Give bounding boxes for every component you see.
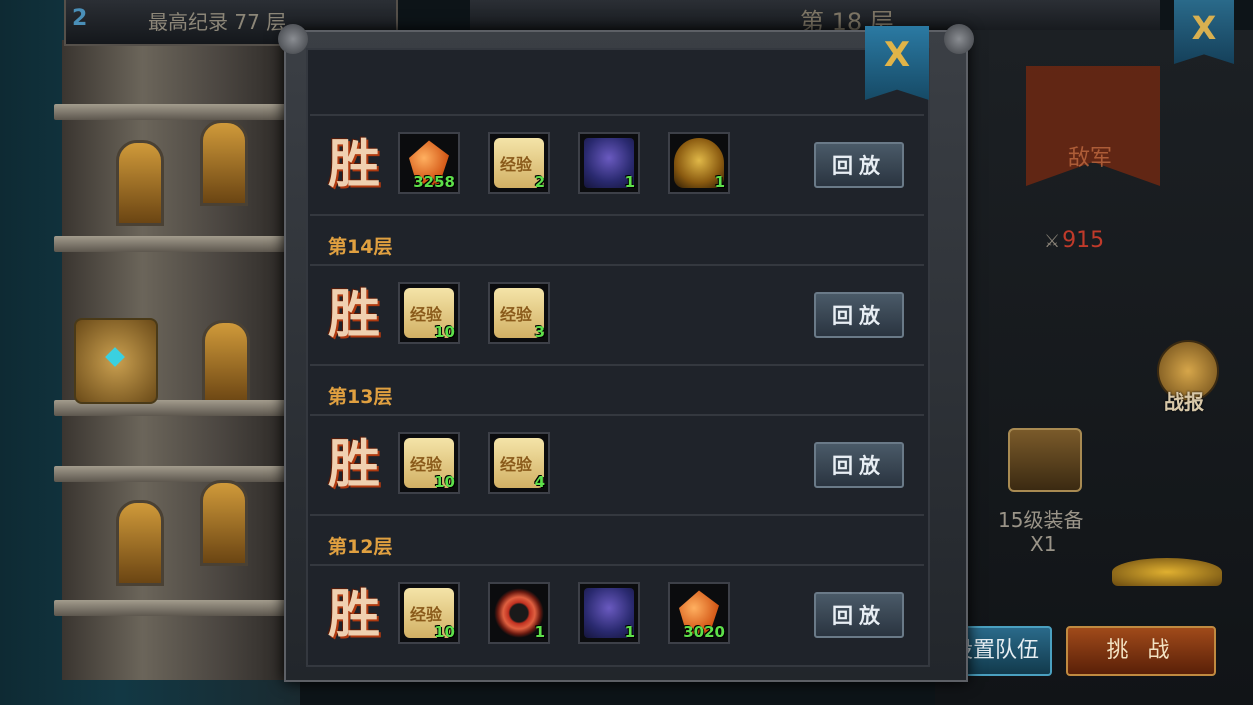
best-record-text: 最高纪录 77 层 [148, 10, 287, 34]
victory-mark: 胜 [328, 284, 381, 345]
item-quantity: 1 [714, 173, 725, 191]
reward-item[interactable]: 3258 [398, 132, 460, 194]
corner-ornament-icon [278, 24, 308, 54]
reward-item[interactable]: 经验 4 [488, 432, 550, 494]
tower-chest-icon[interactable] [74, 318, 158, 404]
close-icon[interactable]: X [1174, 0, 1234, 64]
replay-button[interactable]: 回放 [814, 442, 904, 488]
top-left-number: 2 [72, 6, 88, 31]
challenge-button[interactable]: 挑 战 [1066, 626, 1216, 676]
reward-item[interactable]: 经验 2 [488, 132, 550, 194]
reward-item[interactable]: 1 [578, 132, 640, 194]
item-quantity: 4 [534, 473, 545, 491]
victory-mark: 胜 [328, 434, 381, 495]
corner-ornament-icon [944, 24, 974, 54]
victory-mark: 胜 [328, 584, 381, 645]
divider [310, 364, 924, 366]
reward-item[interactable]: 经验 10 [398, 582, 460, 644]
reward-item[interactable]: 3020 [668, 582, 730, 644]
divider [310, 214, 924, 216]
replay-button[interactable]: 回放 [814, 142, 904, 188]
battle-report-label: 战报 [1164, 390, 1204, 414]
item-quantity: 1 [624, 623, 635, 641]
reward-item[interactable]: 1 [668, 132, 730, 194]
crossed-swords-icon: ⚔ [1044, 231, 1061, 252]
item-quantity: 3 [534, 323, 545, 341]
divider [310, 564, 924, 566]
floor-label: 第12层 [328, 536, 393, 558]
reward-item[interactable]: 经验 3 [488, 282, 550, 344]
item-quantity: 10 [434, 323, 455, 341]
item-quantity: 2 [534, 173, 545, 191]
dialog-close-button[interactable]: X [865, 26, 929, 100]
floor-label: 第14层 [328, 236, 393, 258]
reward-item[interactable]: 1 [488, 582, 550, 644]
gold-pile-icon [1112, 558, 1222, 586]
enemy-banner-text: 敌军 [1068, 146, 1113, 171]
reward-item[interactable]: 经验 10 [398, 432, 460, 494]
floor-label: 第13层 [328, 386, 393, 408]
reward-chest-quantity: X1 [1030, 532, 1057, 556]
power-value: 915 [1062, 228, 1105, 253]
item-quantity: 10 [434, 623, 455, 641]
divider [310, 114, 924, 116]
item-quantity: 3020 [683, 623, 725, 641]
reward-chest-label: 15级装备 [998, 508, 1084, 532]
victory-mark: 胜 [328, 134, 381, 195]
item-quantity: 3258 [413, 173, 455, 191]
divider [310, 414, 924, 416]
reward-item[interactable]: 经验 10 [398, 282, 460, 344]
reward-chest-icon [1008, 428, 1082, 492]
item-quantity: 1 [624, 173, 635, 191]
replay-button[interactable]: 回放 [814, 292, 904, 338]
item-quantity: 1 [534, 623, 545, 641]
item-quantity: 10 [434, 473, 455, 491]
divider [310, 514, 924, 516]
replay-button[interactable]: 回放 [814, 592, 904, 638]
reward-item[interactable]: 1 [578, 582, 640, 644]
divider [310, 264, 924, 266]
enemy-power: ⚔915 [1044, 228, 1104, 253]
